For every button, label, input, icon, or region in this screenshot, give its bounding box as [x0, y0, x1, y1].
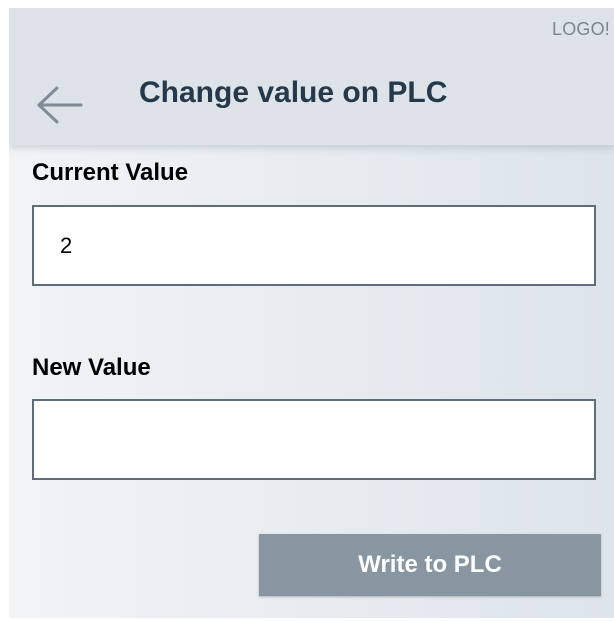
current-value-label: Current Value	[32, 159, 189, 186]
app-screen: LOGO! Change value on PLC Current Value …	[9, 8, 614, 618]
new-value-label: New Value	[32, 354, 151, 381]
write-to-plc-button[interactable]: Write to PLC	[259, 534, 601, 596]
brand-logo: LOGO!	[551, 19, 610, 39]
page-title: Change value on PLC	[139, 76, 448, 109]
current-value-field[interactable]	[32, 205, 596, 286]
new-value-input[interactable]	[32, 399, 596, 480]
back-button[interactable]	[35, 84, 85, 126]
arrow-left-icon	[35, 84, 85, 126]
header-bar: LOGO! Change value on PLC	[9, 8, 614, 145]
